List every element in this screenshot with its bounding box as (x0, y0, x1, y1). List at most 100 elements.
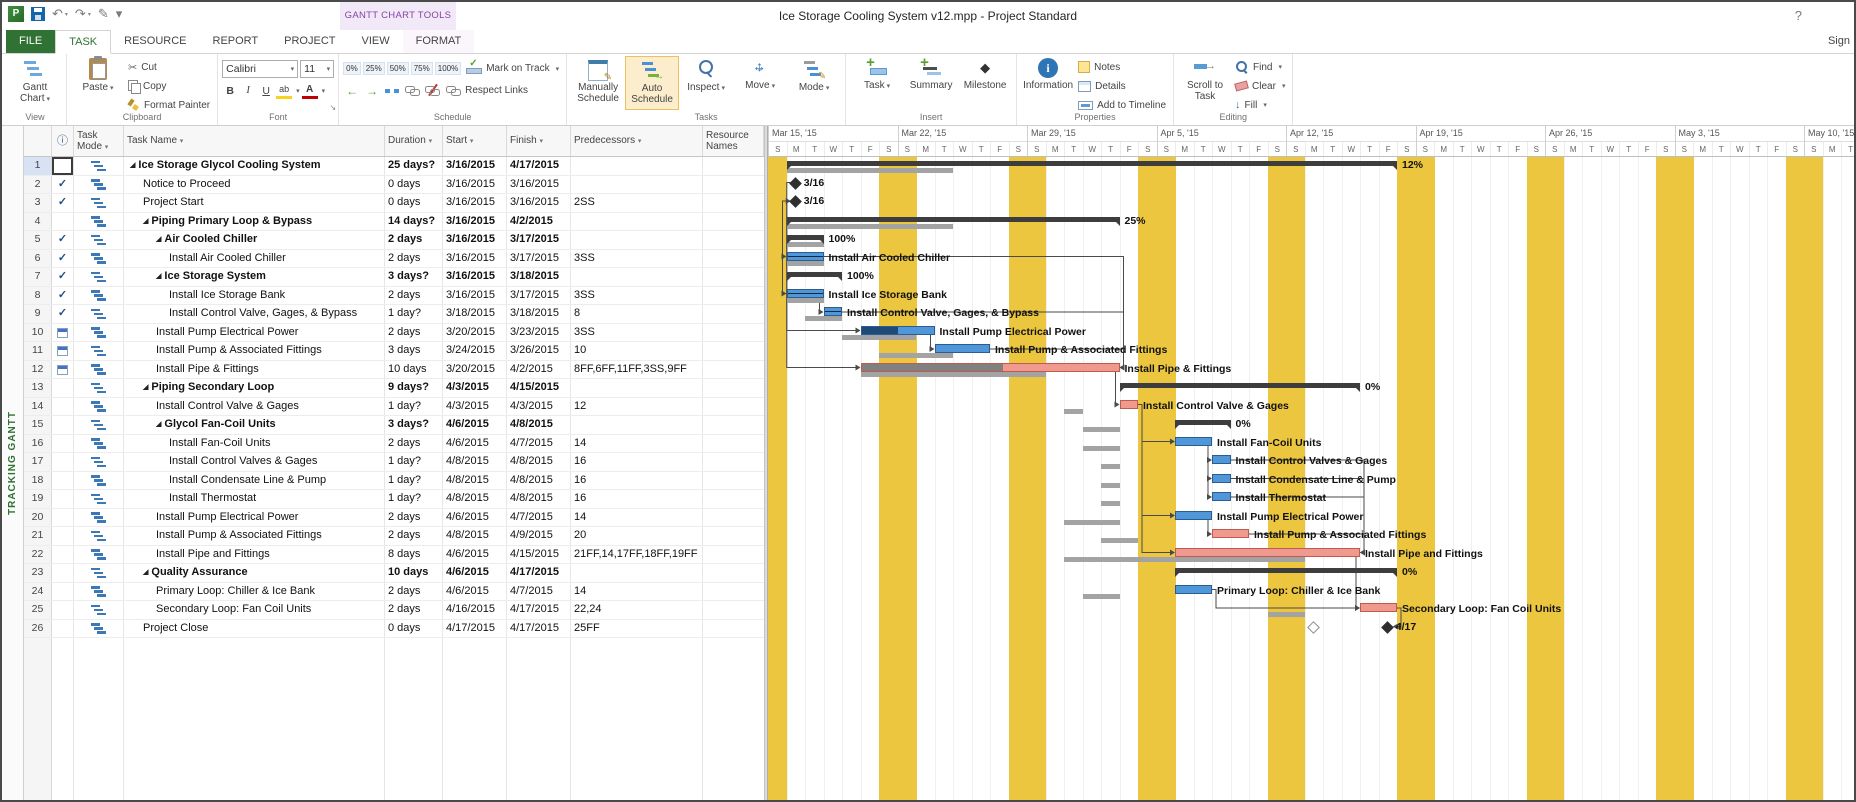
predecessors-cell[interactable] (571, 231, 703, 249)
duration-cell[interactable]: 25 days? (385, 157, 443, 175)
timescale-day-label[interactable]: M (1305, 142, 1324, 157)
indicator-cell[interactable] (52, 583, 74, 601)
cut-button[interactable]: ✂Cut (125, 58, 213, 76)
font-name-select[interactable]: Calibri▾ (222, 60, 298, 78)
resource-names-cell[interactable] (703, 435, 764, 453)
resource-names-cell[interactable] (703, 583, 764, 601)
task-name-cell[interactable]: Install Control Valve & Gages (124, 398, 385, 416)
timescale-day-label[interactable]: T (1231, 142, 1250, 157)
resource-names-cell[interactable] (703, 379, 764, 397)
start-cell[interactable]: 4/3/2015 (443, 379, 507, 397)
notes-button[interactable]: Notes (1075, 58, 1169, 76)
resource-names-cell[interactable] (703, 546, 764, 564)
task-mode-cell[interactable] (74, 342, 124, 360)
indicator-cell[interactable] (52, 361, 74, 379)
task-name-cell[interactable]: Install Condensate Line & Pump (124, 472, 385, 490)
indicator-cell[interactable]: ✓ (52, 250, 74, 268)
row-number[interactable]: 18 (24, 472, 52, 490)
finish-cell[interactable]: 4/15/2015 (507, 546, 571, 564)
timescale-day-label[interactable]: T (1360, 142, 1379, 157)
undo-icon[interactable]: ↶▾ (52, 6, 68, 23)
indicator-cell[interactable] (52, 435, 74, 453)
filter-arrow-icon[interactable]: ▾ (638, 138, 642, 145)
duration-cell[interactable]: 0 days (385, 176, 443, 194)
start-cell[interactable]: 4/3/2015 (443, 398, 507, 416)
task-mode-cell[interactable] (74, 546, 124, 564)
finish-cell[interactable]: 4/17/2015 (507, 601, 571, 619)
summary-bar[interactable] (787, 235, 824, 240)
indent-task-button[interactable]: → (363, 83, 381, 99)
predecessors-cell[interactable]: 14 (571, 583, 703, 601)
task-name-cell[interactable]: Install Pipe & Fittings (124, 361, 385, 379)
duration-cell[interactable]: 3 days (385, 342, 443, 360)
resource-names-cell[interactable] (703, 250, 764, 268)
timescale-day-label[interactable]: T (1490, 142, 1509, 157)
row-number[interactable]: 17 (24, 453, 52, 471)
predecessors-cell[interactable] (571, 416, 703, 434)
paste-button[interactable]: Paste▾ (71, 56, 125, 110)
timescale-day-label[interactable]: T (1749, 142, 1768, 157)
help-icon[interactable]: ? (1795, 2, 1802, 30)
row-number[interactable]: 19 (24, 490, 52, 508)
sign-in-link[interactable]: Sign (1828, 30, 1854, 53)
finish-cell[interactable]: 3/26/2015 (507, 342, 571, 360)
task-bar[interactable] (1212, 529, 1249, 538)
timescale-week-label[interactable]: Apr 26, '15 (1545, 126, 1675, 142)
task-name-cell[interactable]: Project Close (124, 620, 385, 638)
resource-names-cell[interactable] (703, 287, 764, 305)
duration-cell[interactable]: 1 day? (385, 398, 443, 416)
timescale-day-label[interactable]: S (1268, 142, 1287, 157)
finish-cell[interactable]: 3/16/2015 (507, 176, 571, 194)
predecessors-cell[interactable] (571, 176, 703, 194)
italic-button[interactable]: I (240, 83, 256, 99)
row-number[interactable]: 26 (24, 620, 52, 638)
start-cell[interactable]: 4/6/2015 (443, 564, 507, 582)
finish-cell[interactable]: 4/2/2015 (507, 213, 571, 231)
row-number[interactable]: 14 (24, 398, 52, 416)
indicator-cell[interactable]: ✓ (52, 231, 74, 249)
duration-cell[interactable]: 10 days (385, 361, 443, 379)
timescale-week-row[interactable]: Mar 15, '15Mar 22, '15Mar 29, '15Apr 5, … (768, 126, 1854, 142)
resource-names-cell[interactable] (703, 213, 764, 231)
percent-100-button[interactable]: 100% (435, 62, 461, 75)
task-bar[interactable] (1175, 511, 1212, 520)
timescale-day-label[interactable]: W (1471, 142, 1490, 157)
task-name-cell[interactable]: Project Start (124, 194, 385, 212)
task-mode-cell[interactable] (74, 324, 124, 342)
resource-names-cell[interactable] (703, 157, 764, 175)
task-bar[interactable] (1360, 603, 1397, 612)
start-cell[interactable]: 4/8/2015 (443, 472, 507, 490)
timescale-day-label[interactable]: T (935, 142, 954, 157)
predecessors-cell[interactable]: 3SS (571, 250, 703, 268)
row-number[interactable]: 22 (24, 546, 52, 564)
resource-names-cell[interactable] (703, 620, 764, 638)
finish-cell[interactable]: 4/8/2015 (507, 416, 571, 434)
predecessors-cell[interactable] (571, 157, 703, 175)
task-mode-cell[interactable] (74, 231, 124, 249)
row-number[interactable]: 1 (24, 157, 52, 175)
indicator-cell[interactable] (52, 472, 74, 490)
timescale-day-label[interactable]: T (1712, 142, 1731, 157)
timescale-day-label[interactable]: S (1009, 142, 1028, 157)
copy-button[interactable]: Copy (125, 77, 213, 95)
timescale-week-label[interactable]: Mar 15, '15 (768, 126, 898, 142)
predecessors-cell[interactable] (571, 213, 703, 231)
row-number[interactable]: 7 (24, 268, 52, 286)
row-number[interactable]: 11 (24, 342, 52, 360)
filter-arrow-icon[interactable]: ▾ (429, 138, 433, 145)
task-name-cell[interactable]: Notice to Proceed (124, 176, 385, 194)
task-name-cell[interactable]: Install Fan-Coil Units (124, 435, 385, 453)
manually-schedule-button[interactable]: Manually Schedule (571, 56, 625, 110)
start-cell[interactable]: 4/17/2015 (443, 620, 507, 638)
task-name-cell[interactable]: Install Air Cooled Chiller (124, 250, 385, 268)
resource-names-cell[interactable] (703, 527, 764, 545)
predecessors-cell[interactable]: 22,24 (571, 601, 703, 619)
resource-names-cell[interactable] (703, 361, 764, 379)
predecessors-cell[interactable] (571, 564, 703, 582)
row-number[interactable]: 3 (24, 194, 52, 212)
tab-report[interactable]: REPORT (200, 30, 272, 53)
task-mode-cell[interactable] (74, 194, 124, 212)
timescale-day-label[interactable]: S (1027, 142, 1046, 157)
column-header-info[interactable]: ⓘ (52, 126, 74, 156)
start-cell[interactable]: 3/16/2015 (443, 287, 507, 305)
